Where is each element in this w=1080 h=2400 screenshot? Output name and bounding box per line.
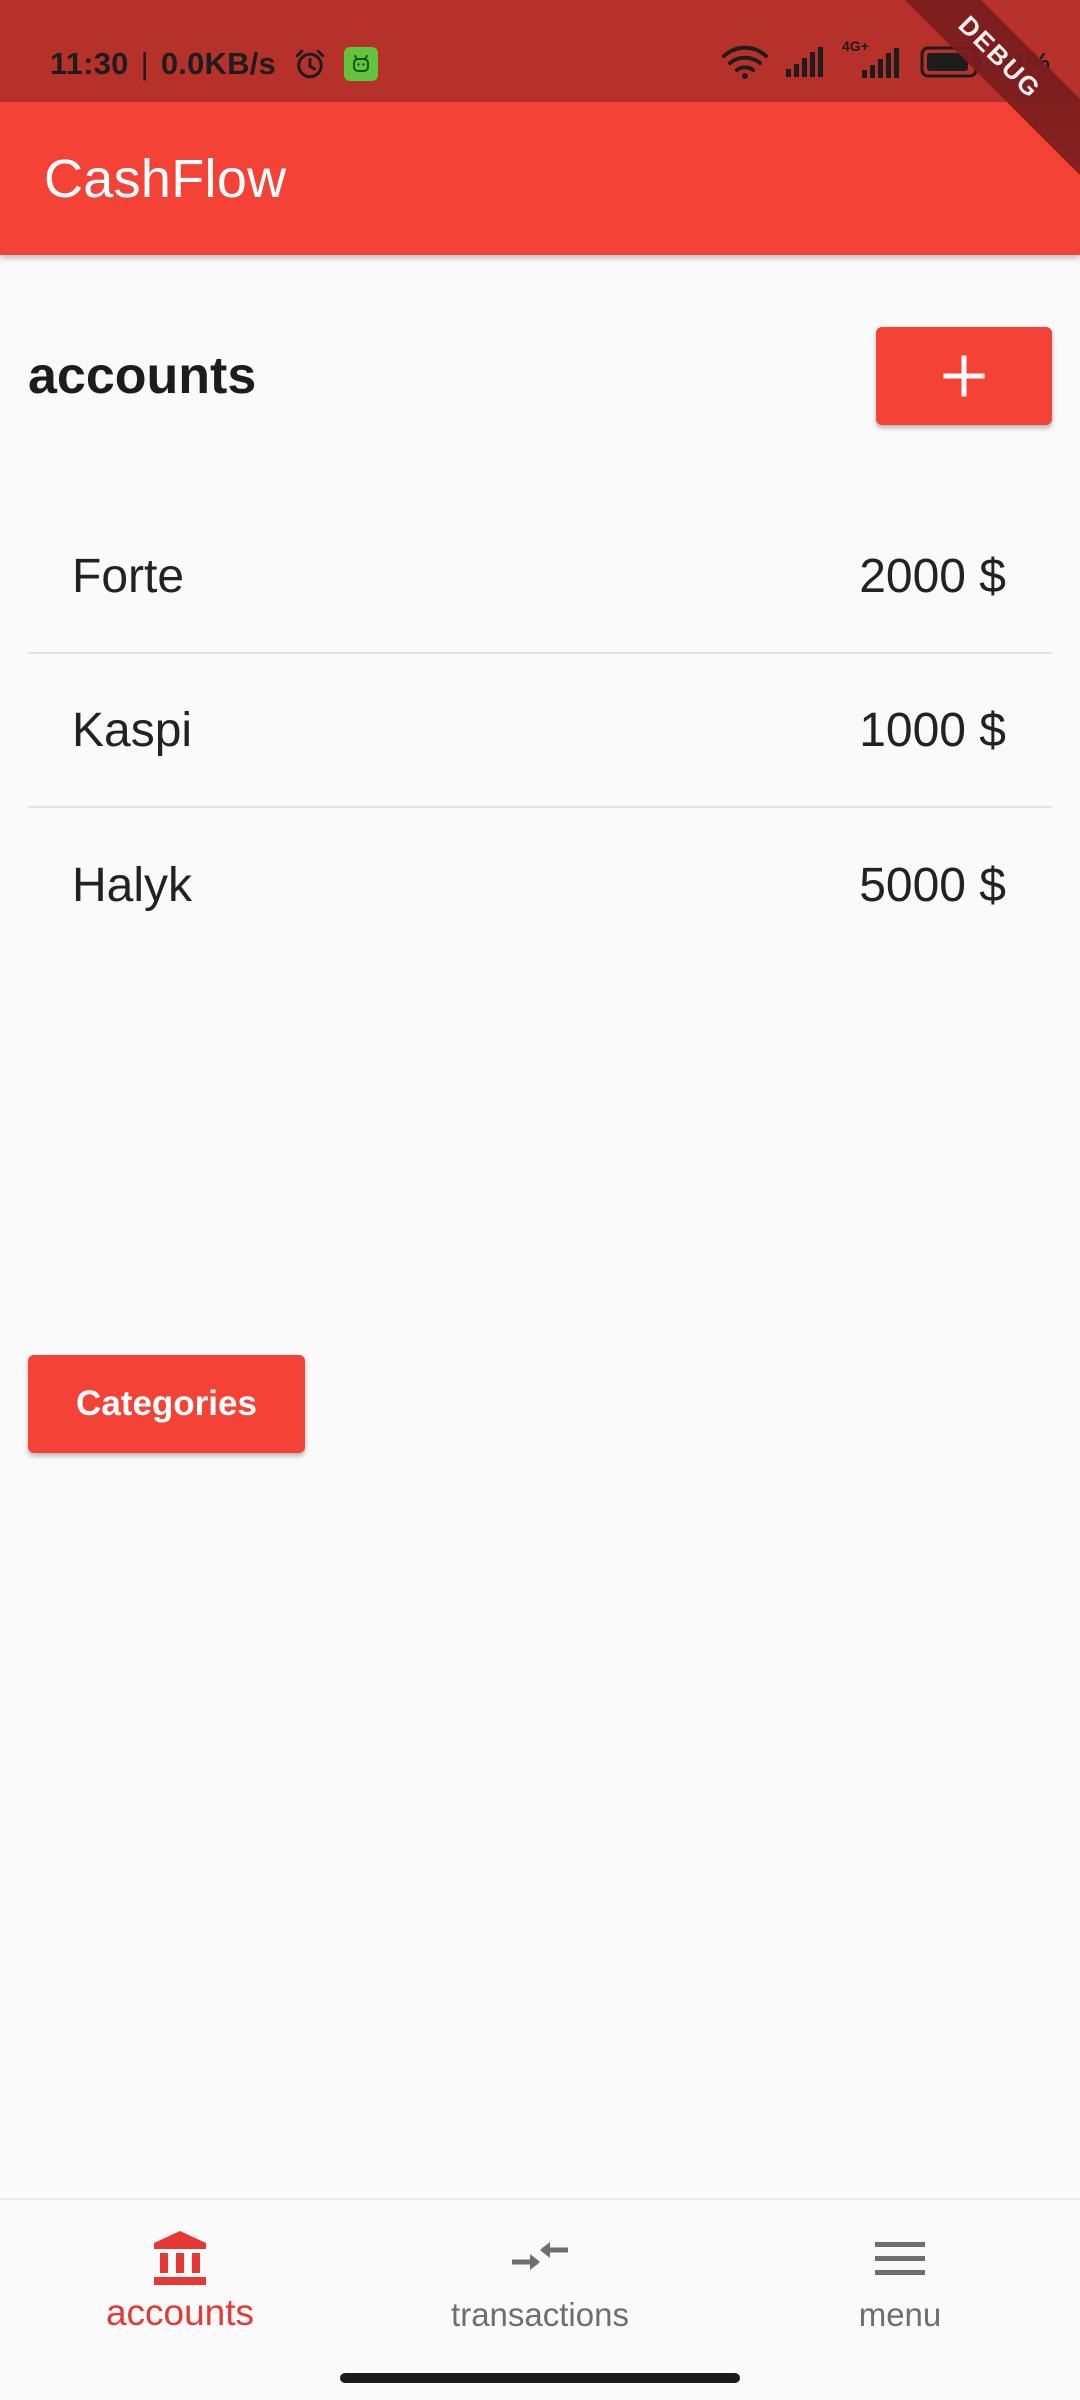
status-time: 11:30 — [50, 46, 129, 81]
accounts-title: accounts — [28, 347, 257, 405]
account-balance: 1000 $ — [859, 703, 1006, 757]
nav-icon-wrapper — [150, 2226, 210, 2290]
nav-item-menu[interactable]: menu — [720, 2200, 1080, 2356]
hamburger-menu-icon — [875, 2242, 925, 2275]
account-name: Kaspi — [72, 703, 193, 757]
app-title: CashFlow — [44, 148, 287, 209]
nav-item-accounts[interactable]: accounts — [0, 2200, 360, 2356]
swap-arrows-icon — [512, 2242, 568, 2270]
nav-item-transactions[interactable]: transactions — [360, 2200, 720, 2356]
account-name: Forte — [72, 549, 185, 603]
status-separator: | — [140, 46, 149, 81]
add-account-button[interactable] — [876, 327, 1052, 425]
nav-label-transactions: transactions — [451, 2296, 629, 2333]
accounts-header: accounts — [28, 327, 1052, 425]
account-row[interactable]: Halyk 5000 $ — [28, 808, 1052, 962]
account-name: Halyk — [72, 858, 193, 912]
nav-label-menu: menu — [858, 2296, 942, 2333]
app-screen: 11:30 | 0.0KB/s 4G+ DEBUG CashFlow accou… — [0, 0, 1080, 2400]
bottom-navigation: accounts transactions menu — [0, 2198, 1080, 2356]
wifi-icon — [721, 45, 768, 79]
nav-icon-wrapper — [873, 2226, 927, 2290]
account-row[interactable]: Kaspi 1000 $ — [28, 654, 1052, 808]
android-app-icon — [343, 47, 378, 81]
signal-4g-icon — [861, 48, 899, 78]
account-balance: 5000 $ — [859, 858, 1006, 912]
nav-label-accounts: accounts — [105, 2292, 255, 2333]
accounts-list: Forte 2000 $ Kaspi 1000 $ Halyk 5000 $ — [28, 500, 1052, 962]
alarm-clock-icon — [295, 49, 325, 79]
network-speed: 0.0KB/s — [160, 46, 276, 81]
account-row[interactable]: Forte 2000 $ — [28, 500, 1052, 654]
app-bar: CashFlow — [0, 102, 1080, 255]
signal-icon — [785, 47, 823, 77]
plus-icon — [943, 355, 985, 397]
signal-4g-group: 4G+ — [842, 38, 906, 80]
categories-button[interactable]: Categories — [28, 1355, 305, 1453]
bank-icon — [154, 2231, 206, 2285]
status-left: 11:30 | 0.0KB/s — [50, 46, 378, 82]
account-balance: 2000 $ — [859, 549, 1006, 603]
gesture-navigation-bar[interactable] — [340, 2373, 740, 2383]
nav-icon-wrapper — [510, 2226, 570, 2290]
status-bar: 11:30 | 0.0KB/s 4G+ — [0, 0, 1080, 102]
